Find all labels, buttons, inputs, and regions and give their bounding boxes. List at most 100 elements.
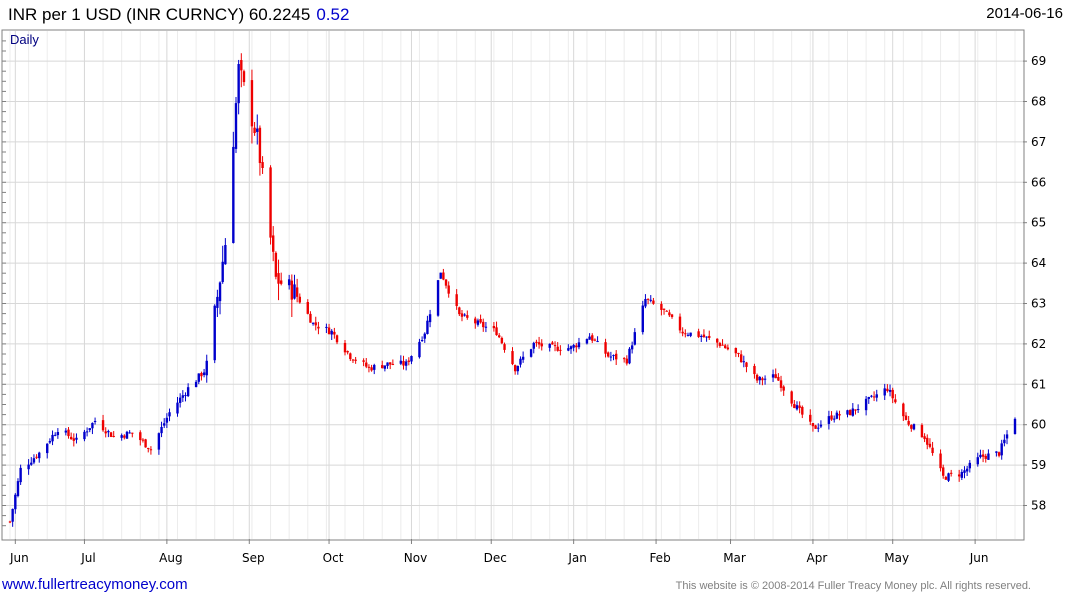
candle-body xyxy=(261,162,264,169)
candle-body xyxy=(85,431,89,433)
candle-body xyxy=(109,432,113,437)
candle-body xyxy=(960,471,964,478)
candle-body xyxy=(625,358,629,364)
candle-body xyxy=(160,426,163,434)
candle-body xyxy=(362,360,365,362)
candle-body xyxy=(949,472,953,474)
candle-body xyxy=(402,361,405,366)
candle-body xyxy=(476,320,480,325)
candle-body xyxy=(367,366,371,368)
candle-body xyxy=(104,431,107,434)
candle-body xyxy=(886,388,889,391)
candle-body xyxy=(317,326,320,329)
candle-body xyxy=(91,422,94,429)
candle-body xyxy=(947,473,950,481)
candle-body xyxy=(633,332,637,345)
y-tick-label: 58 xyxy=(1031,499,1046,513)
candle-body xyxy=(48,441,52,443)
candle-body xyxy=(474,318,477,324)
candle-body xyxy=(1000,443,1003,456)
candle-body xyxy=(965,468,969,472)
candle-body xyxy=(798,405,801,408)
candle-body xyxy=(870,395,873,397)
candle-body xyxy=(540,343,543,347)
candle-body xyxy=(848,409,852,416)
candle-body xyxy=(926,437,929,445)
candle-body xyxy=(234,103,238,149)
candle-body xyxy=(69,436,73,440)
candle-body xyxy=(407,360,411,362)
candle-body xyxy=(835,412,839,419)
candle-body xyxy=(646,298,650,300)
candle-body xyxy=(864,398,868,411)
candle-body xyxy=(891,389,894,399)
candle-body xyxy=(290,280,294,300)
candle-body xyxy=(521,356,525,360)
candle-body xyxy=(205,360,208,376)
candle-body xyxy=(670,314,674,317)
candle-body xyxy=(774,374,777,379)
candle-body xyxy=(386,362,389,366)
candle-body xyxy=(240,60,243,71)
candle-body xyxy=(553,345,557,347)
candle-body xyxy=(875,394,878,398)
candle-body xyxy=(381,365,384,369)
candle-body xyxy=(827,416,831,424)
candle-body xyxy=(668,312,671,316)
candle-body xyxy=(14,494,17,510)
candle-body xyxy=(833,418,836,420)
candle-body xyxy=(53,434,57,436)
candle-body xyxy=(19,467,22,483)
candle-body xyxy=(373,364,376,370)
candle-body xyxy=(649,299,652,301)
candle-body xyxy=(755,374,759,381)
candle-body xyxy=(830,415,833,420)
candle-body xyxy=(779,380,783,388)
candle-body xyxy=(588,336,591,340)
candle-body xyxy=(295,287,299,297)
candle-body xyxy=(311,322,315,324)
candle-body xyxy=(678,316,682,331)
candle-body xyxy=(479,319,482,323)
candle-body xyxy=(442,272,445,280)
candle-body xyxy=(67,429,70,437)
candle-body xyxy=(577,342,581,348)
candle-body xyxy=(370,367,373,371)
candle-body xyxy=(447,285,450,294)
candle-body xyxy=(979,454,982,458)
candle-body xyxy=(795,405,799,410)
candle-body xyxy=(420,340,424,342)
site-link[interactable]: www.fullertreacymoney.com xyxy=(2,576,188,593)
candle-body xyxy=(163,423,166,426)
candle-body xyxy=(814,425,817,429)
candle-body xyxy=(139,432,142,441)
candle-body xyxy=(56,432,60,436)
y-tick-label: 67 xyxy=(1031,135,1046,149)
candle-body xyxy=(365,362,368,367)
candle-body xyxy=(572,344,575,348)
candle-body xyxy=(556,346,559,351)
candle-body xyxy=(819,424,823,427)
candle-body xyxy=(753,365,756,375)
candle-body xyxy=(399,360,403,364)
candle-body xyxy=(856,409,860,411)
candle-body xyxy=(867,396,870,399)
candle-body xyxy=(418,341,421,358)
candle-body xyxy=(708,335,711,338)
candle-body xyxy=(702,334,706,338)
candle-body xyxy=(463,314,466,316)
candle-body xyxy=(612,355,615,357)
candle-body xyxy=(439,272,442,279)
y-tick-label: 69 xyxy=(1031,54,1046,68)
period-label: Daily xyxy=(10,32,39,47)
candle-body xyxy=(793,404,796,409)
candle-body xyxy=(585,339,589,344)
candle-body xyxy=(614,353,618,360)
candle-body xyxy=(529,349,533,357)
y-tick-label: 66 xyxy=(1031,175,1046,189)
candle-body xyxy=(548,343,551,348)
candle-body xyxy=(354,359,357,361)
x-axis: Jun Jul Aug Sep Oct Nov Dec Jan Feb Mar Apr May Jun xyxy=(9,539,988,565)
candle-body xyxy=(112,435,115,437)
candle-body xyxy=(716,338,719,343)
